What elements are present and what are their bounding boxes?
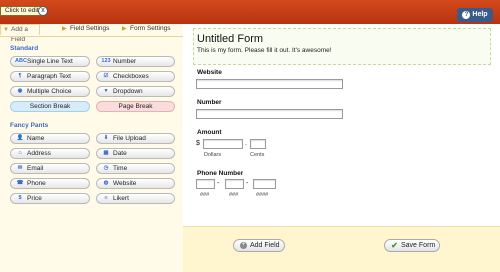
phone-prefix-input[interactable] (225, 179, 244, 189)
add-price-button[interactable]: $ Price (10, 193, 90, 204)
phone-icon: ☎ (16, 180, 24, 186)
checkmark-icon: ✔ (391, 241, 398, 250)
tab-label: Add a Field (11, 26, 28, 43)
tab-arrow-icon: ▶ (122, 26, 127, 32)
add-section-break-button[interactable]: Section Break (10, 101, 90, 112)
field-button-label: Multiple Choice (27, 88, 72, 95)
form-description[interactable]: This is my form. Please fill it out. It'… (197, 47, 332, 54)
field-button-label: Dropdown (113, 88, 143, 95)
paragraph-icon: ¶ (18, 73, 22, 79)
field-button-label: Phone (27, 180, 46, 187)
amount-cents-input[interactable] (250, 139, 266, 149)
currency-symbol: $ (196, 140, 200, 147)
add-name-button[interactable]: 👤 Name (10, 133, 90, 144)
tab-divider (0, 36, 183, 37)
cents-sublabel: Cents (250, 152, 265, 158)
field-button-label: Likert (113, 195, 129, 202)
field-button-label: Checkboxes (113, 73, 149, 80)
phone-line-sublabel: #### (256, 192, 269, 198)
phone-dash: - (246, 180, 249, 187)
tab-form-settings[interactable]: ▶ Form Settings (120, 24, 180, 35)
tab-arrow-icon: ▶ (62, 26, 67, 32)
tab-arrow-icon: ▼ (3, 27, 9, 33)
add-address-button[interactable]: ⌂ Address (10, 148, 90, 159)
add-multiple-choice-button[interactable]: ◉ Multiple Choice (10, 86, 90, 97)
top-bar (0, 0, 500, 24)
upload-icon: ⬇ (103, 135, 109, 141)
phone-prefix-sublabel: ### (229, 192, 239, 198)
website-field-label[interactable]: Website (197, 69, 222, 76)
add-likert-button[interactable]: ≡ Likert (96, 193, 175, 204)
add-date-button[interactable]: ▦ Date (96, 148, 175, 159)
field-button-label: Email (27, 165, 44, 172)
field-button-label: File Upload (113, 135, 146, 142)
phone-field-label[interactable]: Phone Number (197, 170, 243, 177)
number-field-label[interactable]: Number (197, 99, 222, 106)
phone-area-sublabel: ### (200, 192, 210, 198)
help-button[interactable]: ? Help (457, 8, 493, 22)
phone-area-input[interactable] (196, 179, 215, 189)
add-single-line-text-button[interactable]: ABC Single Line Text (10, 56, 90, 67)
close-tooltip-icon[interactable]: x (38, 6, 48, 16)
fancy-pants-section-title: Fancy Pants (10, 122, 49, 129)
field-button-label: Name (27, 135, 45, 142)
form-footer (183, 226, 500, 272)
money-icon: $ (18, 195, 22, 201)
add-phone-button[interactable]: ☎ Phone (10, 178, 90, 189)
tab-label: Form Settings (130, 25, 171, 32)
add-page-break-button[interactable]: Page Break (96, 101, 175, 112)
add-field-button[interactable]: + Add Field (233, 239, 285, 252)
tab-label: Field Settings (70, 25, 110, 32)
add-number-button[interactable]: 123 Number (96, 56, 175, 67)
dropdown-icon: ▾ (104, 88, 108, 94)
field-button-label: Price (27, 195, 42, 202)
globe-icon: ◍ (103, 180, 109, 186)
tab-add-a-field[interactable]: ▼ Add a Field (0, 24, 40, 43)
add-file-upload-button[interactable]: ⬇ File Upload (96, 133, 175, 144)
page-break-label: Page Break (118, 103, 153, 110)
phone-dash: - (217, 180, 220, 187)
plus-icon: + (240, 242, 247, 249)
field-button-label: Single Line Text (27, 58, 73, 65)
add-field-label: Add Field (250, 242, 280, 249)
section-break-label: Section Break (29, 103, 71, 110)
likert-icon: ≡ (104, 195, 108, 201)
phone-line-input[interactable] (253, 179, 276, 189)
help-label: Help (472, 11, 488, 18)
decimal-point: . (245, 140, 247, 147)
field-button-label: Address (27, 150, 51, 157)
person-icon: 👤 (16, 135, 24, 141)
field-button-label: Time (113, 165, 128, 172)
save-form-button[interactable]: ✔ Save Form (384, 239, 440, 252)
form-title[interactable]: Untitled Form (197, 33, 263, 45)
field-button-label: Website (113, 180, 137, 187)
amount-field-label[interactable]: Amount (197, 129, 222, 136)
text-icon: ABC (15, 58, 27, 64)
add-dropdown-button[interactable]: ▾ Dropdown (96, 86, 175, 97)
number-icon: 123 (101, 58, 111, 64)
add-time-button[interactable]: ◷ Time (96, 163, 175, 174)
save-form-label: Save Form (401, 242, 436, 249)
amount-dollars-input[interactable] (203, 139, 243, 149)
calendar-icon: ▦ (103, 150, 109, 156)
radio-icon: ◉ (17, 88, 23, 94)
envelope-icon: ✉ (17, 165, 23, 171)
add-website-button[interactable]: ◍ Website (96, 178, 175, 189)
field-button-label: Paragraph Text (27, 73, 71, 80)
house-icon: ⌂ (18, 150, 22, 156)
add-paragraph-text-button[interactable]: ¶ Paragraph Text (10, 71, 90, 82)
field-button-label: Number (113, 58, 137, 65)
checkbox-icon: ☑ (103, 73, 109, 79)
clock-icon: ◷ (103, 165, 109, 171)
standard-section-title: Standard (10, 45, 39, 52)
tab-field-settings[interactable]: ▶ Field Settings (60, 24, 120, 35)
field-button-label: Date (113, 150, 127, 157)
add-checkboxes-button[interactable]: ☑ Checkboxes (96, 71, 175, 82)
website-input[interactable] (196, 79, 343, 89)
add-email-button[interactable]: ✉ Email (10, 163, 90, 174)
dollars-sublabel: Dollars (204, 152, 222, 158)
question-icon: ? (462, 11, 471, 19)
number-input[interactable] (196, 109, 343, 119)
